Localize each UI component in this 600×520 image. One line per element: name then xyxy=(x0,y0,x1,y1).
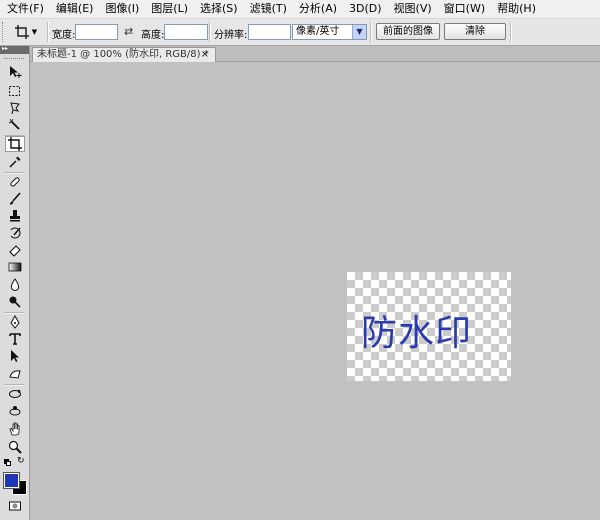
menu-edit[interactable]: 编辑(E) xyxy=(49,0,99,18)
hand-tool-icon xyxy=(9,422,20,436)
quick-select-tool[interactable] xyxy=(5,117,25,133)
3d-rotate-tool-icon xyxy=(9,389,21,398)
healing-brush-tool[interactable] xyxy=(5,174,25,190)
lasso-tool-icon xyxy=(10,102,20,115)
default-colors-icon[interactable] xyxy=(4,459,12,467)
options-bar-grip[interactable] xyxy=(2,22,6,42)
zoom-tool-icon xyxy=(8,440,22,454)
pen-tool-icon xyxy=(10,315,20,329)
chevron-down-icon: ▼ xyxy=(352,25,366,39)
type-tool[interactable] xyxy=(5,331,25,347)
separator xyxy=(47,22,49,42)
collapse-arrows-icon[interactable]: ▸▸ xyxy=(2,45,8,52)
menu-file[interactable]: 文件(F) xyxy=(0,0,49,18)
resolution-unit-value: 像素/英寸 xyxy=(296,26,340,37)
healing-brush-tool-icon xyxy=(10,177,20,187)
shape-tool[interactable] xyxy=(5,366,25,382)
menu-filter[interactable]: 滤镜(T) xyxy=(243,0,292,18)
shape-tool-icon xyxy=(9,370,21,379)
pen-tool[interactable] xyxy=(5,314,25,330)
history-brush-tool-icon xyxy=(10,227,21,239)
foreground-color-swatch[interactable] xyxy=(3,472,20,489)
menu-bar: 文件(F) 编辑(E) 图像(I) 图层(L) 选择(S) 滤镜(T) 分析(A… xyxy=(0,0,600,19)
gradient-tool-icon xyxy=(8,262,22,272)
move-tool-icon xyxy=(10,66,22,78)
menu-3d[interactable]: 3D(D) xyxy=(342,0,387,18)
width-label: 宽度: xyxy=(52,30,76,41)
type-tool-icon xyxy=(9,333,21,345)
3d-orbit-tool-icon xyxy=(9,406,21,416)
watermark-text: 防水印 xyxy=(361,313,473,354)
tools-panel: ▸▸ ↻ xyxy=(0,45,30,520)
dodge-tool-icon xyxy=(9,296,21,308)
path-select-tool[interactable] xyxy=(5,348,25,364)
swap-colors-icon[interactable]: ↻ xyxy=(17,456,25,466)
tool-preset-picker[interactable]: ▼ xyxy=(8,22,44,42)
move-tool[interactable] xyxy=(5,64,25,80)
lasso-tool[interactable] xyxy=(5,100,25,116)
options-bar: ▼ 宽度: ⇄ 高度: 分辨率: 像素/英寸 ▼ 前面的图像 清除 xyxy=(0,19,600,46)
document-tab-title: 未标题-1 @ 100% (防水印, RGB/8) * xyxy=(37,49,209,60)
menu-window[interactable]: 窗口(W) xyxy=(437,0,490,18)
resolution-field[interactable] xyxy=(248,24,291,40)
menu-image[interactable]: 图像(I) xyxy=(98,0,144,18)
brush-tool-icon xyxy=(10,192,21,205)
quick-select-tool-icon xyxy=(8,118,20,130)
crop-tool-icon xyxy=(14,25,29,39)
width-field[interactable] xyxy=(75,24,118,40)
marquee-tool-icon xyxy=(9,86,20,96)
resolution-unit-select[interactable]: 像素/英寸 ▼ xyxy=(292,24,367,40)
tools-panel-grip[interactable] xyxy=(4,58,24,62)
separator xyxy=(370,22,372,42)
document-tab-strip: 未标题-1 @ 100% (防水印, RGB/8) * × xyxy=(30,46,600,62)
eyedropper-tool-icon xyxy=(9,156,21,168)
front-image-button[interactable]: 前面的图像 xyxy=(376,23,440,40)
clear-button[interactable]: 清除 xyxy=(444,23,506,40)
blur-tool-icon xyxy=(10,278,20,291)
eraser-tool[interactable] xyxy=(5,242,25,258)
3d-rotate-tool[interactable] xyxy=(5,386,25,402)
clone-stamp-tool[interactable] xyxy=(5,208,25,224)
menu-select[interactable]: 选择(S) xyxy=(193,0,243,18)
clone-stamp-tool-icon xyxy=(10,210,20,222)
eyedropper-tool[interactable] xyxy=(5,154,25,170)
crop-tool[interactable] xyxy=(5,136,25,152)
zoom-tool[interactable] xyxy=(5,439,25,455)
resolution-label: 分辨率: xyxy=(214,30,248,41)
chevron-down-icon: ▼ xyxy=(31,28,38,36)
menu-layer[interactable]: 图层(L) xyxy=(144,0,193,18)
document-canvas[interactable]: 防水印 xyxy=(347,272,511,381)
height-field[interactable] xyxy=(164,24,208,40)
eraser-tool-icon xyxy=(9,245,21,257)
quick-mask-icon xyxy=(9,501,21,511)
3d-orbit-tool[interactable] xyxy=(5,403,25,419)
document-tab[interactable]: 未标题-1 @ 100% (防水印, RGB/8) * × xyxy=(32,47,216,62)
history-brush-tool[interactable] xyxy=(5,225,25,241)
blur-tool[interactable] xyxy=(5,277,25,293)
close-icon[interactable]: × xyxy=(201,48,209,62)
hand-tool[interactable] xyxy=(5,421,25,437)
height-label: 高度: xyxy=(141,30,165,41)
menu-help[interactable]: 帮助(H) xyxy=(490,0,541,18)
crop-tool-icon xyxy=(8,137,22,151)
dodge-tool[interactable] xyxy=(5,294,25,310)
quick-mask-button[interactable] xyxy=(5,498,25,514)
path-select-tool-icon xyxy=(11,350,19,362)
menu-analysis[interactable]: 分析(A) xyxy=(292,0,342,18)
marquee-tool[interactable] xyxy=(5,83,25,99)
separator xyxy=(510,22,512,42)
gradient-tool[interactable] xyxy=(5,259,25,275)
brush-tool[interactable] xyxy=(5,191,25,207)
swap-dimensions-icon[interactable]: ⇄ xyxy=(124,25,133,38)
separator xyxy=(209,22,211,42)
tools-panel-header[interactable]: ▸▸ xyxy=(0,45,29,54)
menu-view[interactable]: 视图(V) xyxy=(387,0,437,18)
